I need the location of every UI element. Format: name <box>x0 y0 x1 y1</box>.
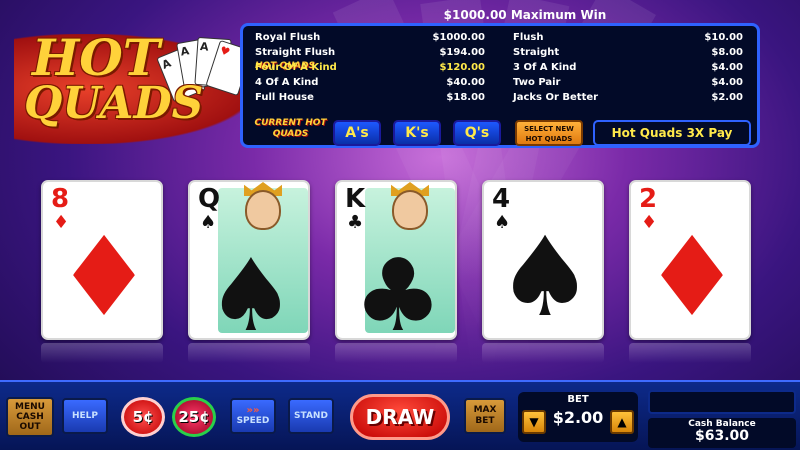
current-hot-quads-label: CURRENT HOT QUADS <box>254 118 327 139</box>
hand-pay: $120.00 <box>439 62 485 73</box>
stand-button[interactable]: STAND <box>288 398 334 434</box>
paytable-row: Straight Flush $194.00 <box>255 47 485 62</box>
hand-name: Straight Flush <box>255 47 336 58</box>
speed-button[interactable]: »» SPEED <box>230 398 276 434</box>
paytable-row: 4 Of A Kind $40.00 <box>255 77 485 92</box>
cash-label: CASH <box>16 412 44 422</box>
card-reflection <box>188 343 310 363</box>
diamond-icon: ♦ <box>54 213 154 340</box>
logo-title-line2: QUADS <box>24 78 204 129</box>
hot-quads-logo: A A A ♥ HOT QUADS <box>14 14 254 144</box>
hand-pay: $4.00 <box>711 62 743 73</box>
hand-pay: $8.00 <box>711 47 743 58</box>
hand-name: Straight <box>513 47 560 58</box>
diamond-icon: ♦ <box>642 213 742 340</box>
hand-pay: $194.00 <box>439 47 485 58</box>
spade-icon: ♠ <box>200 212 217 233</box>
spade-icon: ♠ <box>495 213 595 340</box>
arrow-down-icon: ▼ <box>529 415 539 429</box>
card-reflection <box>629 343 751 363</box>
paytable: Royal Flush $1000.00 Straight Flush $194… <box>240 23 760 148</box>
card-reflection <box>335 343 457 363</box>
paytable-row: Royal Flush $1000.00 <box>255 32 485 47</box>
hot-quads-pay-multiplier: Hot Quads 3X Pay <box>593 120 751 146</box>
card-4[interactable]: 4 ♠ ♠ <box>482 180 604 340</box>
paytable-row: Full House $18.00 <box>255 92 485 107</box>
speed-label: SPEED <box>236 416 270 426</box>
hot-quads-rank-queens: Q's <box>453 120 501 146</box>
paytable-row: Straight $8.00 <box>513 47 743 62</box>
bet-increase-button[interactable]: ▲ <box>610 410 634 434</box>
out-label: OUT <box>19 422 41 432</box>
paytable-left-column: Royal Flush $1000.00 Straight Flush $194… <box>255 32 485 107</box>
hand-pay: $1000.00 <box>432 32 485 43</box>
hand-name: 4 Of A Kind <box>255 77 319 88</box>
hand-name: Flush <box>513 32 544 43</box>
speed-arrows-icon: »» <box>246 405 260 416</box>
cash-balance-panel: Cash Balance $63.00 <box>648 418 796 448</box>
message-display <box>648 390 796 414</box>
draw-button[interactable]: DRAW <box>350 394 450 440</box>
card-rank: 8 <box>51 184 70 214</box>
arrow-up-icon: ▲ <box>617 415 627 429</box>
help-button[interactable]: HELP <box>62 398 108 434</box>
paytable-row: Jacks Or Better $2.00 <box>513 92 743 107</box>
paytable-right-column: Flush $10.00 Straight $8.00 3 Of A Kind … <box>513 32 743 107</box>
queen-portrait <box>245 190 281 230</box>
hand-name: Full House <box>255 92 314 103</box>
card-1[interactable]: 8 ♦ ♦ <box>41 180 163 340</box>
select-new-hot-quads-button[interactable]: SELECT NEW HOT QUADS <box>515 120 583 146</box>
hand-name: Jacks Or Better <box>513 92 599 103</box>
hot-quads-rank-kings: K's <box>393 120 441 146</box>
card-5[interactable]: 2 ♦ ♦ <box>629 180 751 340</box>
hand-name: Four Of A Kind <box>255 62 337 73</box>
club-icon: ♣ <box>347 212 364 233</box>
denomination-5-cent-button[interactable]: 5¢ <box>121 397 165 437</box>
hand-pay: $4.00 <box>711 77 743 88</box>
max-label: MAX <box>473 405 497 415</box>
paytable-row: Two Pair $4.00 <box>513 77 743 92</box>
card-rank: 4 <box>492 184 511 214</box>
card-rank: 2 <box>639 184 658 214</box>
bet-label: BET <box>475 416 495 426</box>
menu-cash-out-button[interactable]: MENU CASH OUT <box>6 397 54 437</box>
hand-name: Two Pair <box>513 77 561 88</box>
bet-title: BET <box>567 394 589 405</box>
spade-icon: ♠ <box>206 237 296 340</box>
paytable-row: 3 Of A Kind $4.00 <box>513 62 743 77</box>
hot-quads-rank-aces: A's <box>333 120 381 146</box>
card-reflection <box>41 343 163 363</box>
paytable-row: Flush $10.00 <box>513 32 743 47</box>
hand-name: Royal Flush <box>255 32 321 43</box>
bet-panel: BET $2.00 ▼ ▲ <box>518 392 638 442</box>
hand-name: 3 Of A Kind <box>513 62 577 73</box>
cash-balance-value: $63.00 <box>694 428 750 444</box>
hand-pay: $18.00 <box>446 92 485 103</box>
paytable-row-hot-quads: HOT QUADS Four Of A Kind $120.00 <box>255 61 485 77</box>
card-reflection <box>482 343 604 363</box>
denomination-25-cent-button[interactable]: 25¢ <box>172 397 216 437</box>
card-rank: K <box>345 184 366 214</box>
card-rank: Q <box>198 184 221 214</box>
card-3[interactable]: K ♣ ♣ <box>335 180 457 340</box>
hand-pay: $2.00 <box>711 92 743 103</box>
bet-decrease-button[interactable]: ▼ <box>522 410 546 434</box>
menu-label: MENU <box>15 402 45 412</box>
max-bet-button[interactable]: MAX BET <box>464 398 506 434</box>
club-icon: ♣ <box>353 237 443 340</box>
hand-pay: $40.00 <box>446 77 485 88</box>
max-win-label: $1000.00 Maximum Win <box>443 8 607 22</box>
king-portrait <box>392 190 428 230</box>
card-2[interactable]: Q ♠ ♠ <box>188 180 310 340</box>
hand-pay: $10.00 <box>704 32 743 43</box>
hot-quads-selector: CURRENT HOT QUADS A's K's Q's SELECT NEW… <box>253 118 753 146</box>
